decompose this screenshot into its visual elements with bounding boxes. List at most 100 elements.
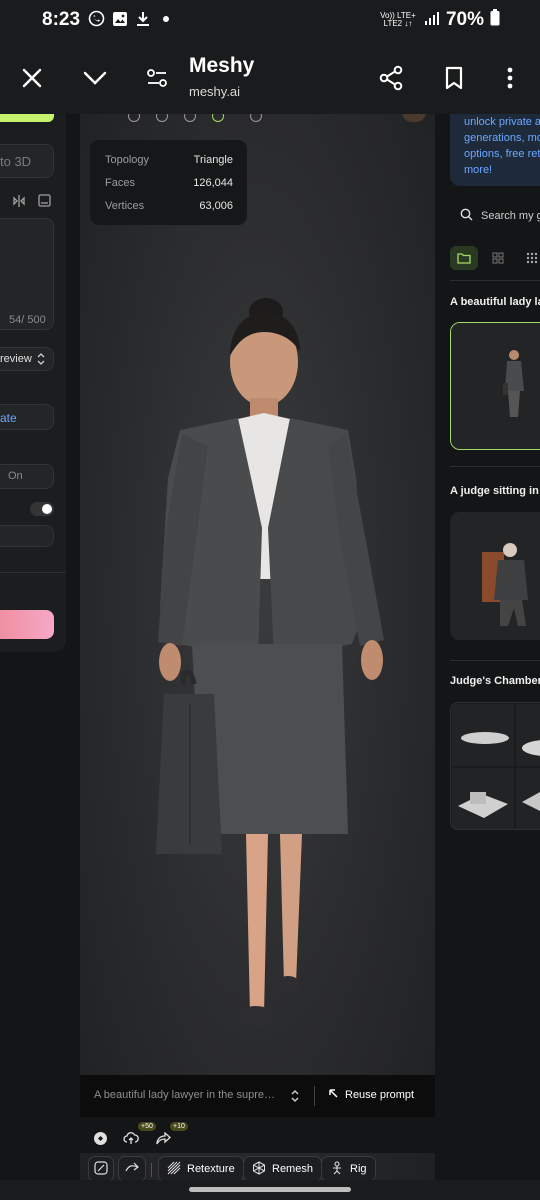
gallery-icon: [111, 10, 128, 27]
download-icon: [134, 10, 151, 27]
browser-header: Meshy meshy.ai: [0, 42, 540, 114]
model-viewer[interactable]: Topology Triangle Faces 126,044 Vertices 63…: [80, 114, 435, 1180]
generation-panel: to 3D 54/ 500 review ate On: [0, 114, 66, 652]
prompt-text[interactable]: A beautiful lady lawyer in the suprem…: [94, 1089, 280, 1101]
remesh-button[interactable]: Remesh: [243, 1156, 322, 1180]
asset-title[interactable]: Judge's Chambers: [450, 675, 540, 687]
select-chevron-icon: [36, 352, 46, 371]
retexture-icon: [167, 1161, 181, 1178]
dot-icon: [157, 10, 174, 27]
variant-thumbnail[interactable]: [452, 768, 514, 829]
view-mode-toggle: [450, 246, 540, 270]
signal-icon: [424, 10, 440, 31]
promo-line: options, free ret: [464, 148, 540, 160]
viewer-toolbar[interactable]: [128, 114, 262, 122]
site-settings-icon[interactable]: [139, 60, 175, 96]
remesh-icon: [252, 1160, 266, 1178]
divider: [450, 466, 540, 467]
flip-icon[interactable]: [12, 194, 26, 213]
texture-icon: [94, 1160, 108, 1178]
generate-link[interactable]: ate: [0, 411, 17, 425]
system-nav-bar: [0, 1180, 540, 1200]
edit-tools-row: Retexture Remesh Rig: [80, 1153, 435, 1180]
search-placeholder: Search my g: [481, 210, 540, 222]
view-control-icon[interactable]: [250, 114, 262, 122]
folder-view-icon[interactable]: [450, 246, 478, 270]
share-credits-badge: +10: [170, 1122, 188, 1131]
model-actions-row: +50 +10: [80, 1117, 435, 1153]
variant-thumbnail[interactable]: [516, 768, 540, 829]
chevron-down-icon[interactable]: [77, 60, 113, 96]
asset-thumbnail[interactable]: [450, 512, 540, 640]
promo-line: unlock private a: [464, 116, 540, 128]
promo-line: generations, mo: [464, 132, 540, 144]
divider: [0, 572, 66, 573]
image-icon[interactable]: [38, 194, 51, 212]
stat-topology: Topology Triangle: [105, 154, 233, 166]
mode-label: to 3D: [0, 154, 32, 169]
asset-title[interactable]: A beautiful lady law: [450, 296, 540, 308]
divider: [314, 1086, 315, 1106]
search-input[interactable]: Search my g: [450, 202, 540, 230]
grid-view-icon[interactable]: [484, 246, 512, 270]
clock: 8:23: [42, 9, 81, 30]
reuse-prompt-button[interactable]: Reuse prompt: [328, 1088, 414, 1102]
model-info-icon[interactable]: [91, 1129, 109, 1147]
user-avatar[interactable]: [402, 114, 426, 122]
view-control-icon[interactable]: [156, 114, 168, 122]
variant-thumbnail[interactable]: [516, 704, 540, 766]
asset-variants-grid[interactable]: [450, 702, 540, 830]
more-options-icon[interactable]: [492, 60, 528, 96]
stat-vertices: Vertices 63,006: [105, 200, 233, 212]
prompt-bar: A beautiful lady lawyer in the suprem… R…: [80, 1075, 435, 1117]
share-arrow-icon[interactable]: [154, 1129, 172, 1147]
search-icon: [460, 208, 473, 224]
retexture-label: Retexture: [187, 1163, 235, 1175]
view-control-icon[interactable]: [212, 114, 224, 122]
bookmark-icon[interactable]: [436, 60, 472, 96]
divider: [151, 1163, 152, 1177]
3d-model-render[interactable]: [150, 294, 400, 1054]
close-icon[interactable]: [14, 60, 50, 96]
home-gesture-handle[interactable]: [189, 1187, 351, 1192]
page-url[interactable]: meshy.ai: [189, 84, 240, 99]
option-field[interactable]: [0, 525, 54, 547]
animate-icon: [124, 1161, 140, 1178]
battery-percent: 70%: [445, 9, 484, 30]
toggle-switch[interactable]: [30, 502, 54, 516]
animate-tool-button[interactable]: [118, 1156, 146, 1180]
page-title: Meshy: [189, 54, 255, 77]
generate-button[interactable]: [0, 610, 54, 639]
texture-tool-button[interactable]: [88, 1156, 114, 1180]
rig-button[interactable]: Rig: [321, 1156, 376, 1180]
remesh-label: Remesh: [272, 1163, 313, 1175]
lawyer-thumbnail-image: [451, 323, 540, 449]
divider: [450, 660, 540, 661]
asset-title[interactable]: A judge sitting in hi: [450, 485, 540, 497]
retexture-button[interactable]: Retexture: [158, 1156, 244, 1180]
dense-grid-view-icon[interactable]: [518, 246, 540, 270]
rig-label: Rig: [350, 1163, 367, 1175]
preview-select-label: review: [0, 353, 32, 365]
variant-thumbnail[interactable]: [452, 704, 514, 766]
status-bar: 8:23 Vo)) LTE+ LTE2 ↓↑ 70%: [0, 0, 540, 42]
share-icon[interactable]: [373, 60, 409, 96]
expand-chevron-icon[interactable]: [290, 1088, 300, 1109]
active-tab-indicator[interactable]: [0, 114, 54, 122]
char-counter: 54/ 500: [9, 314, 46, 326]
divider: [450, 280, 540, 281]
page-content: to 3D 54/ 500 review ate On Topology Tri…: [0, 114, 540, 1180]
view-control-icon[interactable]: [184, 114, 196, 122]
model-stats-panel: Topology Triangle Faces 126,044 Vertices 63…: [90, 140, 247, 225]
view-control-icon[interactable]: [128, 114, 140, 122]
upload-cloud-icon[interactable]: [122, 1129, 140, 1147]
asset-thumbnail-selected[interactable]: [450, 322, 540, 450]
rig-icon: [330, 1160, 344, 1178]
arrow-up-left-icon: [328, 1088, 339, 1102]
promo-line: more!: [464, 164, 493, 176]
reuse-prompt-label: Reuse prompt: [345, 1089, 415, 1101]
judge-thumbnail-image: [450, 512, 540, 640]
whatsapp-icon: [88, 10, 105, 27]
network-indicator: Vo)) LTE+ LTE2 ↓↑: [380, 11, 416, 28]
upgrade-promo[interactable]: unlock private a generations, mo options…: [450, 114, 540, 186]
